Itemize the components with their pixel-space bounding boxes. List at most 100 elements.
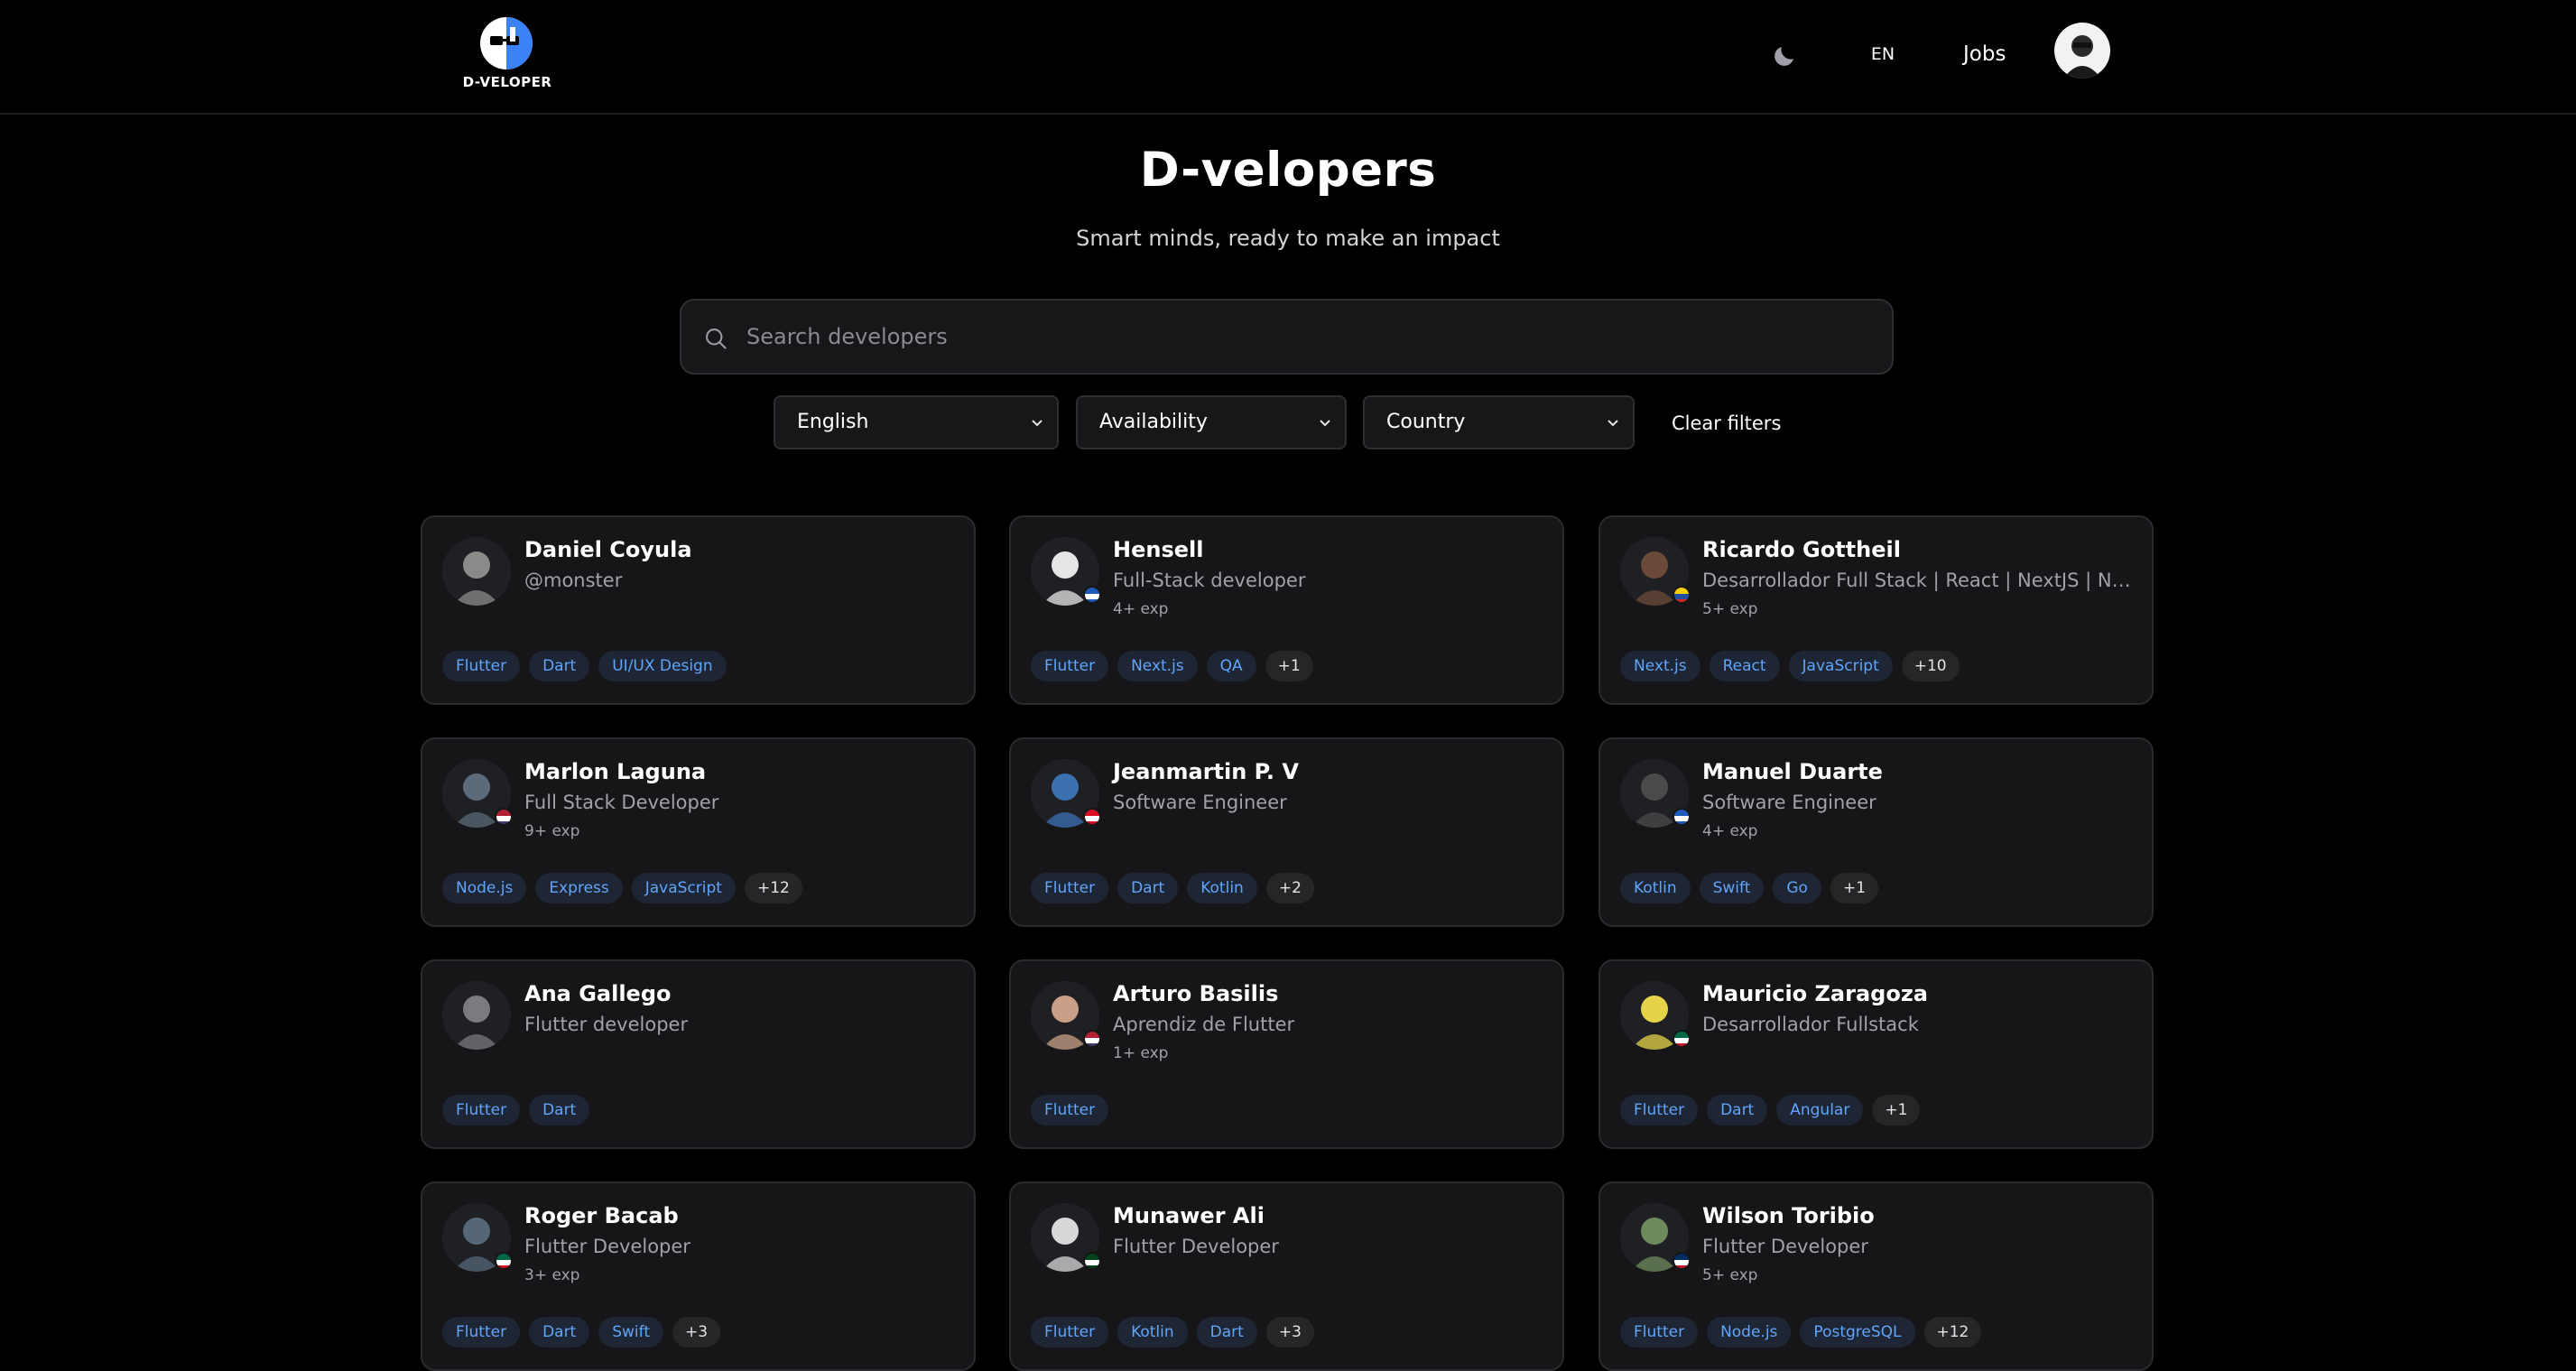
chevron-down-icon <box>1608 420 1618 427</box>
developer-card[interactable]: Arturo Basilis Aprendiz de Flutter 1+ ex… <box>1009 959 1564 1149</box>
skill-tags: Node.js Express JavaScript +12 <box>442 873 802 903</box>
developer-avatar <box>1620 759 1691 828</box>
country-flag-icon <box>1083 1030 1101 1048</box>
developer-avatar <box>1620 537 1691 606</box>
skill-tag: Next.js <box>1620 651 1700 681</box>
more-skills-badge: +1 <box>1265 651 1313 681</box>
skill-tags: Flutter Dart <box>442 1095 590 1126</box>
developer-card[interactable]: Daniel Coyula @monster Flutter Dart UI/UX … <box>421 515 976 705</box>
developer-card[interactable]: Munawer Ali Flutter Developer Flutter Kot… <box>1009 1181 1564 1371</box>
skill-tags: Next.js React JavaScript +10 <box>1620 651 1960 681</box>
skill-tag: JavaScript <box>631 873 736 903</box>
developer-name: Manuel Duarte <box>1702 759 1883 784</box>
skill-tags: Flutter Dart Kotlin +2 <box>1031 873 1314 903</box>
developer-avatar <box>1031 759 1101 828</box>
developer-name: Marlon Laguna <box>524 759 707 784</box>
skill-tag: Flutter <box>442 651 521 681</box>
country-flag-icon <box>1083 1252 1101 1270</box>
developer-avatar <box>442 537 511 606</box>
skill-tag: Kotlin <box>1117 1317 1188 1348</box>
developer-card[interactable]: Mauricio Zaragoza Desarrollador Fullstac… <box>1598 959 2154 1149</box>
skill-tag: Flutter <box>1620 1317 1699 1348</box>
chevron-down-icon <box>1320 420 1330 427</box>
country-flag-icon <box>1673 1030 1691 1048</box>
developer-avatar <box>1031 981 1101 1050</box>
developer-role: Desarrollador Full Stack | React | NextJ… <box>1702 570 2136 591</box>
search-bar <box>680 299 1894 375</box>
skill-tag: Node.js <box>442 873 527 903</box>
developer-card[interactable]: Manuel Duarte Software Engineer 4+ exp K… <box>1598 737 2154 927</box>
developer-experience: 5+ exp <box>1702 1266 1758 1284</box>
user-avatar-image <box>2054 23 2110 79</box>
skill-tag: Next.js <box>1117 651 1198 681</box>
developer-role: Flutter Developer <box>1113 1236 1279 1257</box>
page-title: D-velopers <box>1139 143 1437 198</box>
skill-tag: Express <box>535 873 623 903</box>
user-avatar[interactable] <box>2054 23 2110 79</box>
country-flag-icon <box>1673 808 1691 826</box>
developer-name: Jeanmartin P. V <box>1113 759 1299 784</box>
theme-toggle-button[interactable] <box>1765 36 1804 76</box>
developer-card[interactable]: Marlon Laguna Full Stack Developer 9+ ex… <box>421 737 976 927</box>
developer-avatar <box>442 1203 513 1272</box>
language-filter-select[interactable]: English <box>774 395 1059 449</box>
language-switch-button[interactable]: EN <box>1865 40 1901 69</box>
developer-name: Wilson Toribio <box>1702 1203 1875 1228</box>
developer-card[interactable]: Wilson Toribio Flutter Developer 5+ exp … <box>1598 1181 2154 1371</box>
skill-tag: Node.js <box>1707 1317 1792 1348</box>
skill-tag: Swift <box>598 1317 664 1348</box>
avatar-image <box>442 981 511 1050</box>
skill-tag: JavaScript <box>1788 651 1893 681</box>
availability-filter-value: Availability <box>1099 411 1208 433</box>
skill-tag: Flutter <box>442 1095 521 1126</box>
skill-tag: Dart <box>1117 873 1179 903</box>
top-navbar: D-VELOPER EN Jobs <box>0 0 2576 115</box>
skill-tag: Go <box>1773 873 1821 903</box>
jobs-link[interactable]: Jobs <box>1963 38 2017 70</box>
skill-tag: QA <box>1206 651 1256 681</box>
skill-tag: Angular <box>1776 1095 1864 1126</box>
developer-role: @monster <box>524 570 623 591</box>
developer-card[interactable]: Ricardo Gottheil Desarrollador Full Stac… <box>1598 515 2154 705</box>
chevron-down-icon <box>1032 420 1042 427</box>
developer-experience: 4+ exp <box>1702 822 1758 840</box>
country-filter-select[interactable]: Country <box>1363 395 1635 449</box>
developer-role: Software Engineer <box>1113 792 1287 813</box>
developer-name: Ricardo Gottheil <box>1702 537 1901 562</box>
skill-tags: Flutter Next.js QA +1 <box>1031 651 1313 681</box>
clear-filters-button[interactable]: Clear filters <box>1672 408 1781 439</box>
avatar-image <box>442 537 511 606</box>
skill-tags: Flutter Dart Angular +1 <box>1620 1095 1921 1126</box>
skill-tags: Kotlin Swift Go +1 <box>1620 873 1879 903</box>
country-filter-value: Country <box>1386 411 1466 433</box>
brand-logo[interactable]: D-VELOPER <box>462 16 552 96</box>
developer-role: Full-Stack developer <box>1113 570 1306 591</box>
developer-card[interactable]: Ana Gallego Flutter developer Flutter Dar… <box>421 959 976 1149</box>
skill-tags: Flutter Dart UI/UX Design <box>442 651 727 681</box>
skill-tag: Dart <box>529 1095 590 1126</box>
developer-name: Ana Gallego <box>524 981 672 1006</box>
more-skills-badge: +12 <box>1923 1317 1982 1348</box>
skill-tag: Kotlin <box>1620 873 1691 903</box>
developer-avatar <box>1620 981 1691 1050</box>
developer-card[interactable]: Roger Bacab Flutter Developer 3+ exp Flu… <box>421 1181 976 1371</box>
country-flag-icon <box>495 1252 513 1270</box>
developer-experience: 9+ exp <box>524 822 580 840</box>
country-flag-icon <box>1083 808 1101 826</box>
developer-card[interactable]: Hensell Full-Stack developer 4+ exp Flut… <box>1009 515 1564 705</box>
page-subtitle: Smart minds, ready to make an impact <box>1076 226 1500 251</box>
search-input[interactable] <box>746 301 1875 373</box>
developer-avatar <box>1620 1203 1691 1272</box>
moon-icon <box>1774 47 1793 66</box>
skill-tag: Flutter <box>1620 1095 1699 1126</box>
developer-experience: 3+ exp <box>524 1266 580 1284</box>
more-skills-badge: +3 <box>672 1317 721 1348</box>
skill-tag: Swift <box>1699 873 1765 903</box>
skill-tag: Flutter <box>1031 873 1109 903</box>
developer-name: Munawer Ali <box>1113 1203 1265 1228</box>
availability-filter-select[interactable]: Availability <box>1076 395 1347 449</box>
more-skills-badge: +12 <box>744 873 802 903</box>
developer-card[interactable]: Jeanmartin P. V Software Engineer Flutte… <box>1009 737 1564 927</box>
developer-role: Flutter Developer <box>524 1236 690 1257</box>
more-skills-badge: +2 <box>1265 873 1314 903</box>
